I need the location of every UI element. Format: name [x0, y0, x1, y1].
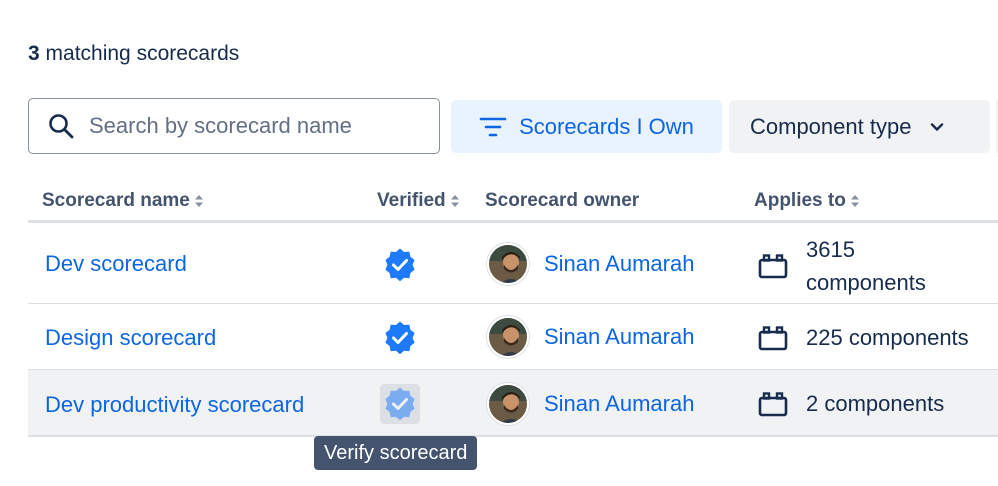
column-header-name[interactable]: Scorecard name [42, 190, 204, 212]
component-type-label: Component type [750, 113, 912, 139]
applies-to-cell: 3615 components [758, 233, 926, 299]
verified-icon [385, 248, 415, 282]
search-input[interactable] [89, 113, 419, 139]
owner-cell[interactable]: Sinan Aumarah [487, 243, 694, 285]
results-count-label: matching scorecards [45, 42, 240, 65]
applies-to-unit: components [806, 270, 926, 295]
component-type-dropdown[interactable]: Component type [729, 100, 990, 153]
sort-icon [450, 195, 459, 207]
results-count-number: 3 [28, 42, 40, 65]
sort-icon [194, 195, 203, 207]
table-row: Dev productivity scorecard Sinan Aumarah… [28, 370, 998, 437]
table-row: Design scorecard Sinan Aumarah 225 compo… [28, 304, 998, 370]
results-count: 3 matching scorecards [28, 42, 239, 66]
column-header-owner: Scorecard owner [485, 190, 639, 212]
verify-scorecard-tooltip: Verify scorecard [314, 436, 478, 470]
verified-icon [385, 387, 415, 421]
avatar [487, 243, 529, 285]
components-icon [758, 254, 788, 279]
chevron-down-icon [931, 122, 944, 131]
filter-icon [479, 117, 507, 136]
verified-badge[interactable] [380, 318, 420, 358]
applies-to-cell: 2 components [758, 387, 944, 420]
scorecard-name-link[interactable]: Design scorecard [45, 325, 216, 351]
owner-name-link[interactable]: Sinan Aumarah [544, 391, 694, 417]
scorecard-name-link[interactable]: Dev productivity scorecard [45, 392, 304, 418]
column-header-name-label: Scorecard name [42, 190, 190, 211]
column-header-verified[interactable]: Verified [377, 190, 460, 212]
scorecard-name-link[interactable]: Dev scorecard [45, 251, 187, 277]
column-header-verified-label: Verified [377, 190, 446, 211]
applies-to-text: 2 components [806, 391, 945, 416]
search-icon [49, 114, 74, 139]
applies-to-count: 3615 [806, 237, 855, 262]
owner-cell[interactable]: Sinan Aumarah [487, 316, 694, 358]
components-icon [758, 325, 788, 350]
column-header-applies[interactable]: Applies to [754, 190, 860, 212]
applies-to-text: 3615 components [806, 233, 926, 299]
scorecards-i-own-label: Scorecards I Own [519, 113, 694, 139]
applies-to-text: 225 components [806, 325, 969, 350]
column-header-applies-label: Applies to [754, 190, 846, 211]
components-icon [758, 391, 788, 416]
verified-badge[interactable] [380, 245, 420, 285]
scorecards-i-own-button[interactable]: Scorecards I Own [451, 100, 722, 153]
sort-icon [850, 195, 859, 207]
owner-name-link[interactable]: Sinan Aumarah [544, 251, 694, 277]
owner-name-link[interactable]: Sinan Aumarah [544, 324, 694, 350]
avatar [487, 383, 529, 425]
owner-cell[interactable]: Sinan Aumarah [487, 383, 694, 425]
table-row: Dev scorecard Sinan Aumarah 3615 compone… [28, 223, 998, 304]
applies-to-cell: 225 components [758, 321, 969, 354]
search-field[interactable] [28, 98, 440, 154]
verified-icon [385, 321, 415, 355]
column-header-owner-label: Scorecard owner [485, 190, 640, 211]
avatar [487, 316, 529, 358]
verify-scorecard-button[interactable] [380, 384, 420, 424]
